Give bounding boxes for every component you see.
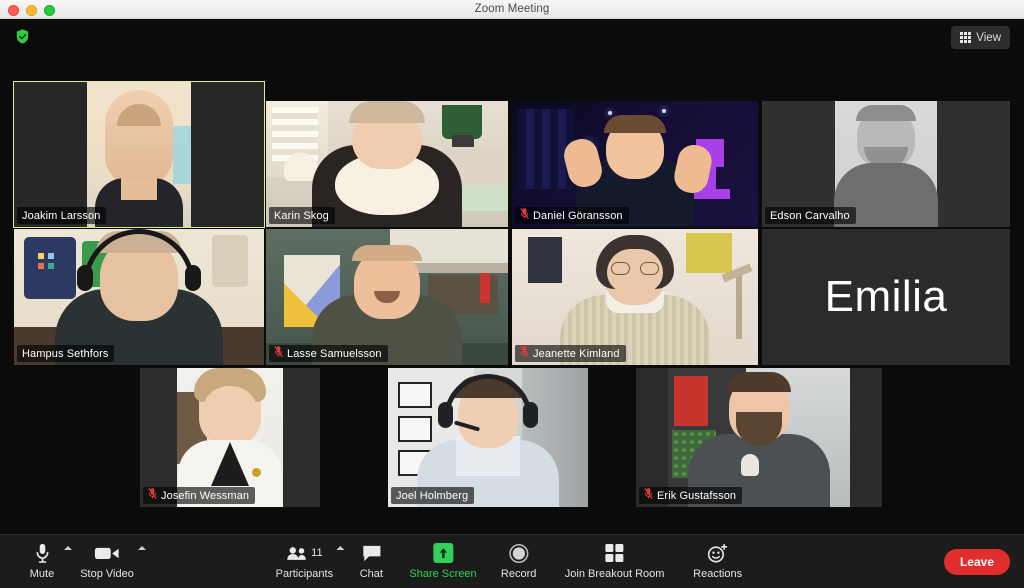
stop-video-label: Stop Video [80,568,134,580]
participant-tile[interactable]: Edson Carvalho [762,101,1010,227]
maximize-window-button[interactable] [44,5,55,16]
participant-tile[interactable]: Josefin Wessman [140,368,320,507]
participant-name: Hampus Sethfors [22,347,109,360]
participant-nameplate: Josefin Wessman [143,487,256,505]
participant-tile[interactable]: Joakim Larsson [13,81,265,228]
muted-microphone-icon [520,345,529,363]
participant-tile[interactable]: Lasse Samuelsson [266,229,508,365]
participant-tile[interactable]: Joel Holmberg [388,368,588,507]
toolbar-left-group: Mute Stop Video [14,535,146,588]
chat-label: Chat [359,568,383,580]
view-button[interactable]: View [951,26,1010,49]
participant-nameplate: Edson Carvalho [765,207,856,224]
reactions-button[interactable]: Reactions [678,535,758,588]
chat-button[interactable]: Chat [342,535,400,588]
close-window-button[interactable] [8,5,19,16]
participant-name: Joel Holmberg [396,489,469,502]
shield-check-icon[interactable] [14,28,31,45]
muted-microphone-icon [148,487,157,505]
participant-video [14,82,264,227]
participant-name: Josefin Wessman [161,489,250,502]
participant-name: Jeanette Kimland [533,347,620,360]
participant-nameplate: Karin Skog [269,207,335,224]
muted-microphone-icon [520,207,529,225]
stop-video-button[interactable]: Stop Video [70,535,146,588]
share-screen-button[interactable]: Share Screen [400,535,485,588]
participant-name: Karin Skog [274,209,329,222]
speech-bubble-icon [361,540,382,566]
participant-nameplate: Lasse Samuelsson [269,345,388,362]
video-camera-icon [94,540,120,566]
participant-name: Edson Carvalho [770,209,850,222]
record-label: Record [500,568,537,580]
window-controls[interactable] [8,5,55,16]
people-icon: 11 [286,540,323,566]
chevron-up-icon[interactable] [138,546,146,550]
participant-nameplate: Joel Holmberg [391,487,475,504]
participants-label: Participants [275,568,334,580]
participant-nameplate: Hampus Sethfors [17,345,115,362]
participant-name: Emilia [824,272,948,321]
toolbar-right-group: Leave [943,535,1010,588]
participant-tile[interactable]: Daniel Göransson [512,101,758,227]
upload-arrow-icon [432,540,453,566]
participant-nameplate: Erik Gustafsson [639,487,743,505]
join-breakout-room-button[interactable]: Join Breakout Room [552,535,678,588]
minimize-window-button[interactable] [26,5,37,16]
participant-nameplate: Jeanette Kimland [515,345,626,362]
record-button[interactable]: Record [486,535,552,588]
participant-nameplate: Joakim Larsson [17,207,107,224]
grid-icon [960,32,972,43]
four-squares-icon [605,540,625,566]
participants-button[interactable]: 11 Participants [266,535,345,588]
participants-count: 11 [311,547,323,559]
muted-microphone-icon [644,487,653,505]
participant-name: Lasse Samuelsson [287,347,382,360]
mute-button[interactable]: Mute [14,535,72,588]
participant-tile[interactable]: Hampus Sethfors [14,229,264,365]
participant-tile[interactable]: Erik Gustafsson [636,368,882,507]
zoom-meeting-window: Zoom Meeting View Joakim Larsson Karin S… [0,0,1024,588]
record-circle-icon [508,540,529,566]
participant-tile[interactable]: Emilia [762,229,1010,365]
participant-tile[interactable]: Karin Skog [266,101,508,227]
microphone-icon [34,540,51,566]
meeting-toolbar: Mute Stop Video 11 Participants Chat Sha… [0,534,1024,588]
participant-name: Daniel Göransson [533,209,623,222]
participant-tile[interactable]: Jeanette Kimland [512,229,758,365]
view-button-label: View [976,31,1001,44]
window-titlebar: Zoom Meeting [0,0,1024,19]
participant-name: Erik Gustafsson [657,489,737,502]
leave-label: Leave [959,555,994,569]
mute-label: Mute [29,568,55,580]
reactions-label: Reactions [693,568,743,580]
smiley-plus-icon [707,540,729,566]
join-breakout-room-label: Join Breakout Room [564,568,665,580]
toolbar-center-group: 11 Participants Chat Share Screen Record… [266,535,757,588]
share-screen-label: Share Screen [409,568,477,580]
participant-nameplate: Daniel Göransson [515,207,629,224]
muted-microphone-icon [274,345,283,363]
leave-button[interactable]: Leave [943,549,1010,575]
video-stage: View Joakim Larsson Karin Skog Daniel Gö… [0,19,1024,534]
window-title: Zoom Meeting [474,3,550,15]
participant-name: Joakim Larsson [22,209,101,222]
